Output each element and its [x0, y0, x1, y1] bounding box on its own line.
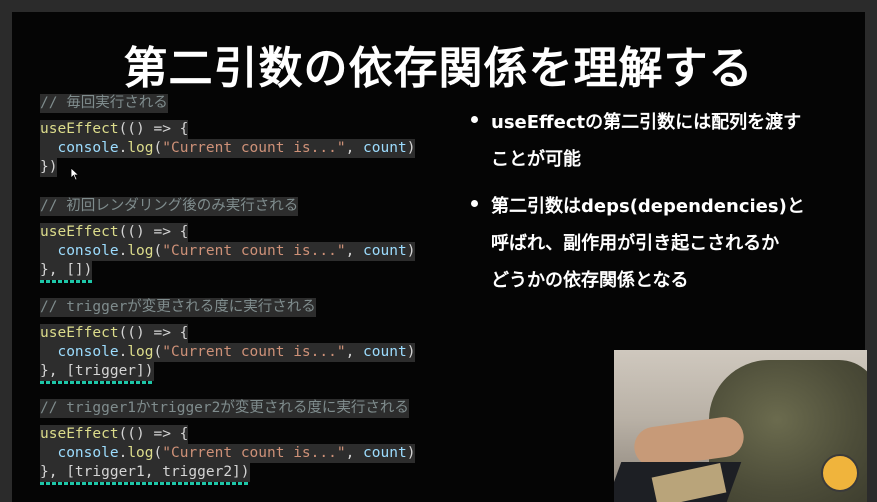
code-text: (	[153, 344, 163, 360]
code-method: log	[127, 445, 154, 461]
code-comment: // 毎回実行される	[40, 94, 168, 113]
code-block-trigger: // triggerが変更される度に実行される useEffect(() => …	[40, 298, 416, 384]
code-block-every-render: // 毎回実行される useEffect(() => { console.log…	[40, 94, 416, 177]
bullet-text: 第二引数はdeps(dependencies)と	[491, 196, 805, 217]
bullet-dot-icon	[471, 200, 478, 207]
code-text: ,	[345, 344, 364, 360]
code-function: useEffect	[40, 224, 119, 240]
code-method: log	[127, 344, 154, 360]
code-text: }, [trigger])	[40, 362, 154, 384]
slide-title: 第二引数の依存関係を理解する	[123, 43, 754, 94]
code-text: .	[118, 243, 128, 259]
code-text: }, [])	[40, 261, 93, 283]
code-text: )	[406, 243, 416, 259]
bullet-text: どうかの依存関係となる	[491, 270, 689, 291]
code-text: (() => {	[118, 224, 189, 240]
code-comment: // 初回レンダリング後のみ実行される	[40, 197, 299, 216]
code-text: })	[40, 158, 58, 177]
code-text: .	[118, 445, 128, 461]
code-text: ,	[345, 445, 364, 461]
bullet-text: 呼ばれ、副作用が引き起こされるか	[491, 233, 780, 254]
presentation-slide: 第二引数の依存関係を理解する // 毎回実行される useEffect(() =…	[12, 12, 867, 502]
code-text: .	[118, 344, 128, 360]
webcam-overlay	[614, 350, 867, 502]
code-identifier: count	[363, 445, 407, 461]
code-method: log	[127, 140, 154, 156]
code-comment: // trigger1かtrigger2が変更される度に実行される	[40, 399, 409, 418]
bullet-dot-icon	[471, 116, 478, 123]
code-comment: // triggerが変更される度に実行される	[40, 298, 316, 317]
code-text: (	[153, 445, 163, 461]
code-block-first-render: // 初回レンダリング後のみ実行される useEffect(() => { co…	[40, 197, 416, 283]
code-identifier: console	[57, 140, 119, 156]
code-text: (	[153, 140, 163, 156]
code-string: "Current count is..."	[162, 243, 346, 259]
code-string: "Current count is..."	[162, 140, 346, 156]
code-string: "Current count is..."	[162, 344, 346, 360]
code-text: }, [trigger1, trigger2])	[40, 463, 250, 485]
code-block-trigger1-trigger2: // trigger1かtrigger2が変更される度に実行される useEff…	[40, 399, 416, 485]
code-text: (() => {	[118, 426, 189, 442]
code-text: .	[118, 140, 128, 156]
code-function: useEffect	[40, 121, 119, 137]
code-text: (	[153, 243, 163, 259]
bullet-text: ことが可能	[491, 149, 581, 170]
code-identifier: console	[57, 344, 119, 360]
code-text: (() => {	[118, 325, 189, 341]
code-text: ,	[345, 140, 364, 156]
code-text: )	[406, 140, 416, 156]
code-identifier: console	[57, 243, 119, 259]
code-method: log	[127, 243, 154, 259]
code-string: "Current count is..."	[162, 445, 346, 461]
code-function: useEffect	[40, 426, 119, 442]
mouse-cursor-icon	[70, 167, 80, 181]
code-identifier: count	[363, 243, 407, 259]
code-text: )	[406, 445, 416, 461]
bullet-item: useEffectの第二引数には配列を渡す ことが可能	[467, 104, 857, 178]
bullet-item: 第二引数はdeps(dependencies)と 呼ばれ、副作用が引き起こされる…	[467, 188, 857, 299]
code-text: (() => {	[118, 121, 189, 137]
avatar-badge-icon	[821, 454, 859, 492]
code-function: useEffect	[40, 325, 119, 341]
code-identifier: console	[57, 445, 119, 461]
code-identifier: count	[363, 344, 407, 360]
bullet-list: useEffectの第二引数には配列を渡す ことが可能 第二引数はdeps(de…	[467, 104, 857, 309]
code-text: ,	[345, 243, 364, 259]
code-text: )	[406, 344, 416, 360]
bullet-text: useEffectの第二引数には配列を渡す	[491, 112, 802, 133]
code-identifier: count	[363, 140, 407, 156]
